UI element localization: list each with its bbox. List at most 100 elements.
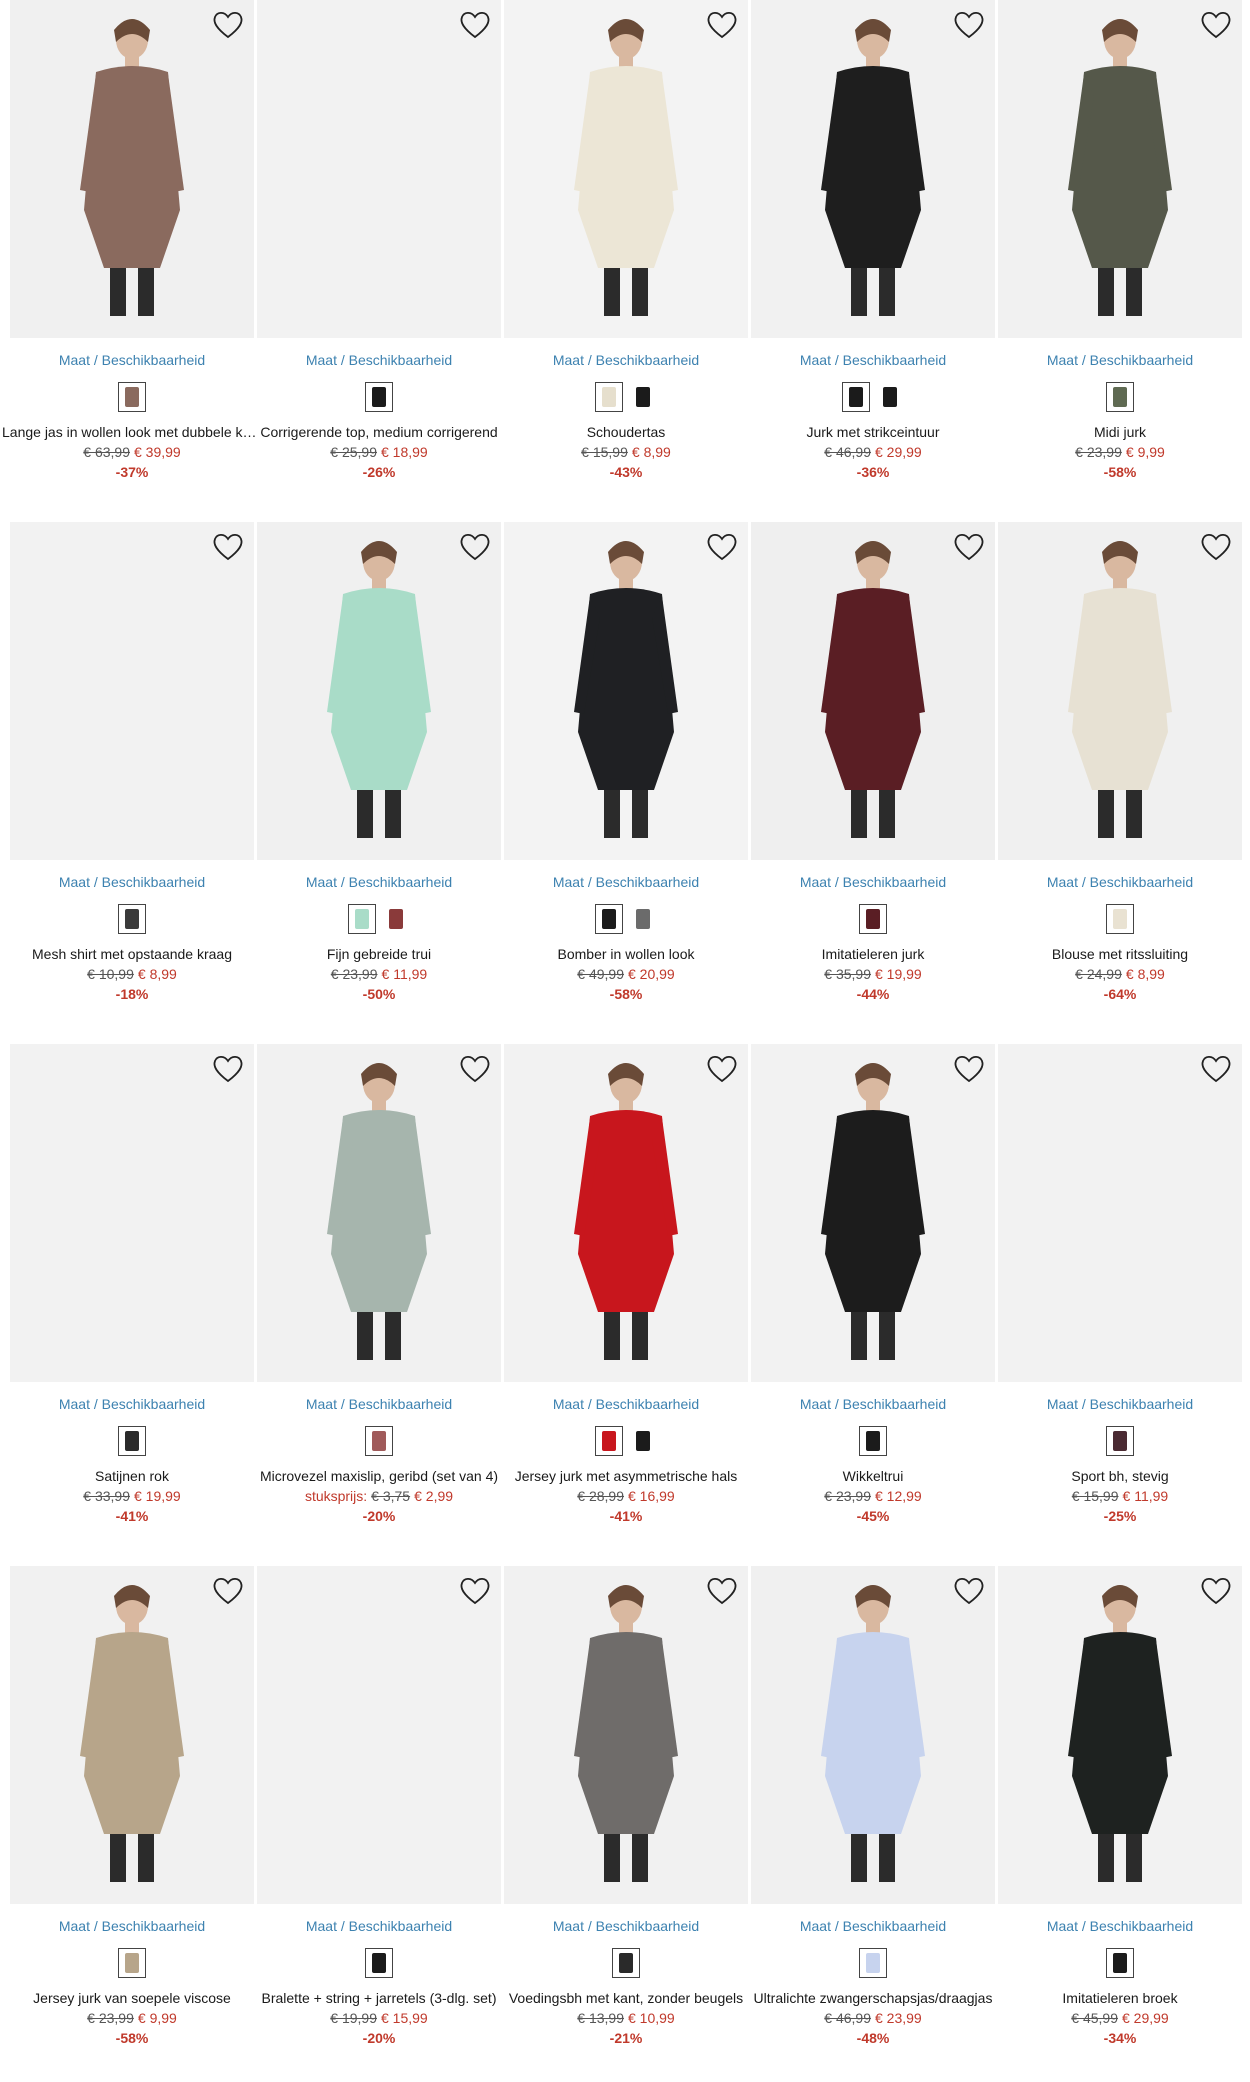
wishlist-heart-icon[interactable] — [1200, 1054, 1232, 1084]
product-name[interactable]: Voedingsbh met kant, zonder beugels — [496, 1990, 756, 2006]
product-name[interactable]: Wikkeltrui — [743, 1468, 1003, 1484]
color-swatch[interactable] — [859, 1948, 887, 1978]
wishlist-heart-icon[interactable] — [212, 10, 244, 40]
product-image[interactable] — [998, 0, 1242, 338]
product-image[interactable] — [751, 1566, 995, 1904]
wishlist-heart-icon[interactable] — [459, 1576, 491, 1606]
product-name[interactable]: Sport bh, stevig — [990, 1468, 1250, 1484]
product-image[interactable] — [998, 522, 1242, 860]
wishlist-heart-icon[interactable] — [1200, 1576, 1232, 1606]
product-card[interactable]: Maat / Beschikbaarheid Wikkeltrui € 23,99 €… — [751, 1044, 995, 1566]
color-swatch[interactable] — [118, 1948, 146, 1978]
product-card[interactable]: Maat / Beschikbaarheid Bomber in wollen l… — [504, 522, 748, 1044]
product-name[interactable]: Schoudertas — [496, 424, 756, 440]
product-name[interactable]: Fijn gebreide trui — [249, 946, 509, 962]
size-availability-link[interactable]: Maat / Beschikbaarheid — [10, 874, 254, 890]
color-swatch[interactable] — [859, 1426, 887, 1456]
wishlist-heart-icon[interactable] — [953, 532, 985, 562]
color-swatch[interactable] — [859, 904, 887, 934]
product-image[interactable] — [257, 1044, 501, 1382]
color-swatch[interactable] — [118, 904, 146, 934]
size-availability-link[interactable]: Maat / Beschikbaarheid — [257, 352, 501, 368]
product-image[interactable] — [10, 522, 254, 860]
color-swatch[interactable] — [118, 1426, 146, 1456]
product-card[interactable]: Maat / Beschikbaarheid Lange jas in wolle… — [2, 0, 262, 522]
color-swatch[interactable] — [595, 382, 623, 412]
wishlist-heart-icon[interactable] — [953, 10, 985, 40]
size-availability-link[interactable]: Maat / Beschikbaarheid — [10, 352, 254, 368]
color-swatch[interactable] — [629, 904, 657, 934]
product-card[interactable]: Maat / Beschikbaarheid Midi jurk € 23,99 € … — [998, 0, 1242, 522]
product-card[interactable]: Maat / Beschikbaarheid Mesh shirt met ops… — [10, 522, 254, 1044]
product-image[interactable] — [257, 522, 501, 860]
color-swatch[interactable] — [1106, 1948, 1134, 1978]
size-availability-link[interactable]: Maat / Beschikbaarheid — [998, 1918, 1242, 1934]
product-image[interactable] — [257, 1566, 501, 1904]
product-name[interactable]: Lange jas in wollen look met dubbele kno… — [2, 424, 262, 440]
wishlist-heart-icon[interactable] — [706, 10, 738, 40]
color-swatch[interactable] — [595, 904, 623, 934]
product-card[interactable]: Maat / Beschikbaarheid Voedingsbh met kan… — [504, 1566, 748, 2082]
product-image[interactable] — [257, 0, 501, 338]
wishlist-heart-icon[interactable] — [459, 1054, 491, 1084]
product-image[interactable] — [504, 522, 748, 860]
product-image[interactable] — [998, 1044, 1242, 1382]
product-name[interactable]: Jersey jurk van soepele viscose — [2, 1990, 262, 2006]
size-availability-link[interactable]: Maat / Beschikbaarheid — [257, 1396, 501, 1412]
product-card[interactable]: Maat / Beschikbaarheid Jersey jurk van so… — [10, 1566, 254, 2082]
wishlist-heart-icon[interactable] — [212, 1054, 244, 1084]
product-card[interactable]: Maat / Beschikbaarheid Imitatieleren broe… — [998, 1566, 1242, 2082]
size-availability-link[interactable]: Maat / Beschikbaarheid — [998, 352, 1242, 368]
product-name[interactable]: Mesh shirt met opstaande kraag — [2, 946, 262, 962]
size-availability-link[interactable]: Maat / Beschikbaarheid — [504, 874, 748, 890]
product-name[interactable]: Corrigerende top, medium corrigerend — [249, 424, 509, 440]
color-swatch[interactable] — [365, 382, 393, 412]
wishlist-heart-icon[interactable] — [459, 532, 491, 562]
product-name[interactable]: Bomber in wollen look — [496, 946, 756, 962]
wishlist-heart-icon[interactable] — [706, 532, 738, 562]
size-availability-link[interactable]: Maat / Beschikbaarheid — [751, 874, 995, 890]
color-swatch[interactable] — [382, 904, 410, 934]
product-image[interactable] — [504, 1044, 748, 1382]
product-image[interactable] — [751, 522, 995, 860]
color-swatch[interactable] — [348, 904, 376, 934]
size-availability-link[interactable]: Maat / Beschikbaarheid — [504, 1918, 748, 1934]
wishlist-heart-icon[interactable] — [706, 1054, 738, 1084]
color-swatch[interactable] — [1106, 904, 1134, 934]
wishlist-heart-icon[interactable] — [706, 1576, 738, 1606]
product-card[interactable]: Maat / Beschikbaarheid Schoudertas € 15,99… — [504, 0, 748, 522]
size-availability-link[interactable]: Maat / Beschikbaarheid — [504, 352, 748, 368]
product-name[interactable]: Blouse met ritssluiting — [990, 946, 1250, 962]
product-name[interactable]: Bralette + string + jarretels (3-dlg. se… — [249, 1990, 509, 2006]
color-swatch[interactable] — [629, 1426, 657, 1456]
product-card[interactable]: Maat / Beschikbaarheid Imitatieleren jurk… — [751, 522, 995, 1044]
wishlist-heart-icon[interactable] — [459, 10, 491, 40]
wishlist-heart-icon[interactable] — [212, 1576, 244, 1606]
color-swatch[interactable] — [365, 1426, 393, 1456]
product-name[interactable]: Imitatieleren broek — [990, 1990, 1250, 2006]
product-card[interactable]: Maat / Beschikbaarheid Jurk met strikcein… — [751, 0, 995, 522]
wishlist-heart-icon[interactable] — [953, 1576, 985, 1606]
product-image[interactable] — [10, 0, 254, 338]
product-name[interactable]: Jurk met strikceintuur — [743, 424, 1003, 440]
product-name[interactable]: Jersey jurk met asymmetrische hals — [496, 1468, 756, 1484]
size-availability-link[interactable]: Maat / Beschikbaarheid — [751, 1918, 995, 1934]
product-name[interactable]: Imitatieleren jurk — [743, 946, 1003, 962]
product-card[interactable]: Maat / Beschikbaarheid Corrigerende top, … — [257, 0, 501, 522]
product-card[interactable]: Maat / Beschikbaarheid Jersey jurk met as… — [504, 1044, 748, 1566]
wishlist-heart-icon[interactable] — [1200, 532, 1232, 562]
wishlist-heart-icon[interactable] — [953, 1054, 985, 1084]
color-swatch[interactable] — [118, 382, 146, 412]
size-availability-link[interactable]: Maat / Beschikbaarheid — [751, 352, 995, 368]
product-card[interactable]: Maat / Beschikbaarheid Fijn gebreide trui… — [257, 522, 501, 1044]
wishlist-heart-icon[interactable] — [1200, 10, 1232, 40]
color-swatch[interactable] — [595, 1426, 623, 1456]
product-image[interactable] — [504, 1566, 748, 1904]
product-image[interactable] — [751, 1044, 995, 1382]
product-name[interactable]: Satijnen rok — [2, 1468, 262, 1484]
product-card[interactable]: Maat / Beschikbaarheid Microvezel maxisli… — [257, 1044, 501, 1566]
color-swatch[interactable] — [612, 1948, 640, 1978]
size-availability-link[interactable]: Maat / Beschikbaarheid — [504, 1396, 748, 1412]
color-swatch[interactable] — [629, 382, 657, 412]
product-name[interactable]: Midi jurk — [990, 424, 1250, 440]
